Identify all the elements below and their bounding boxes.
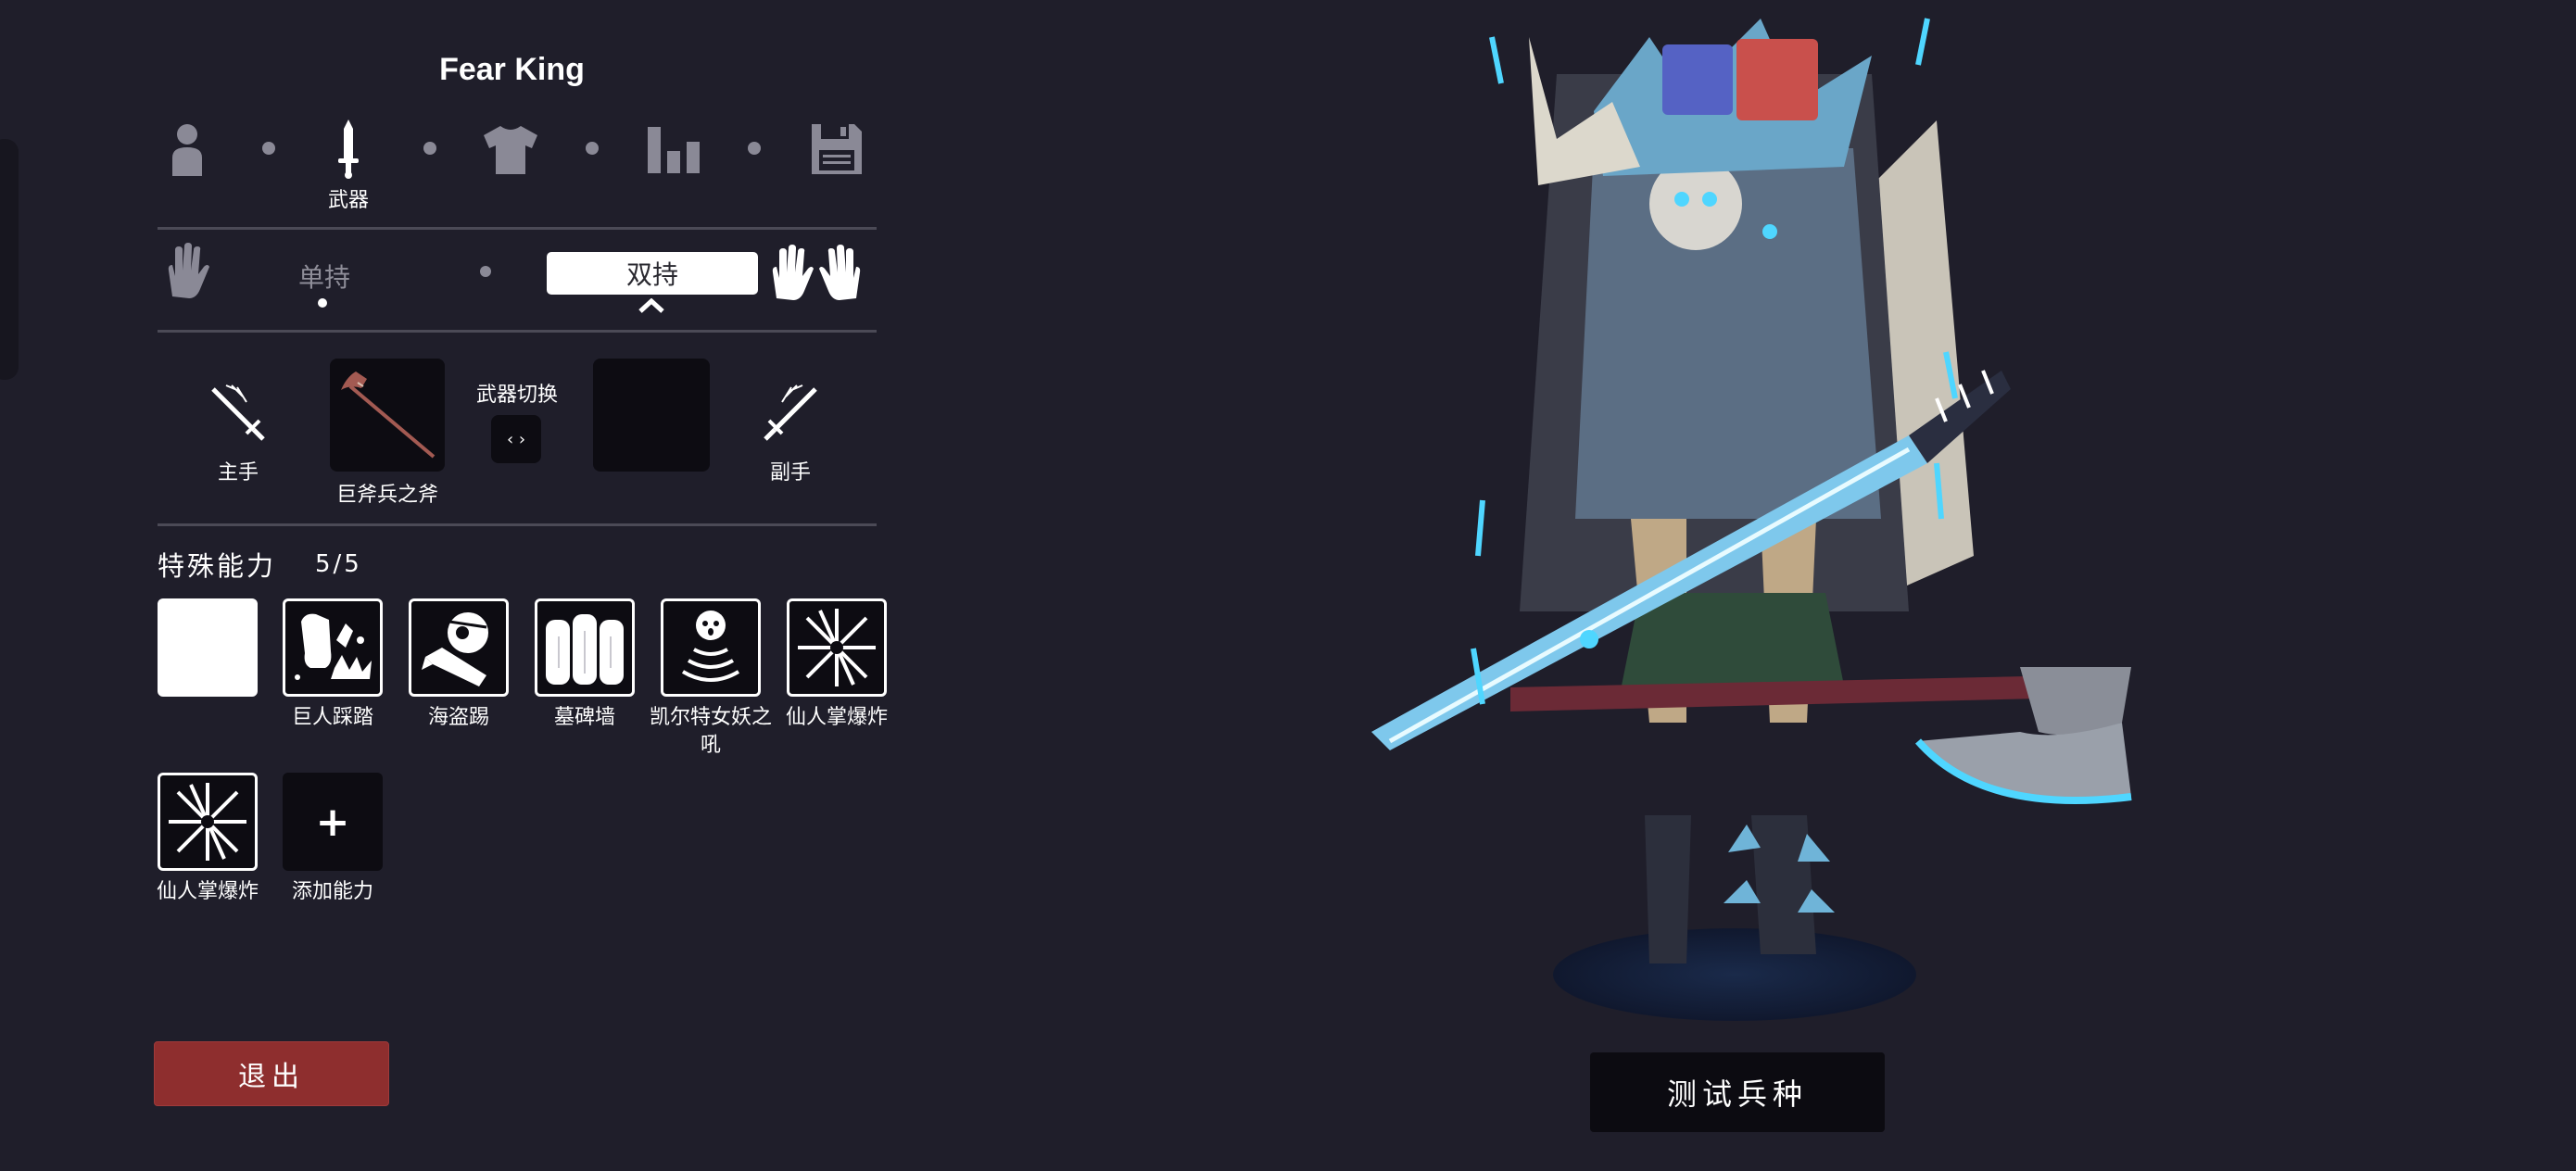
step-label-weapon: 武器	[327, 189, 369, 212]
cactus-explosion-icon[interactable]	[158, 773, 258, 871]
divider	[158, 523, 877, 526]
pirate-kick-icon[interactable]	[409, 598, 509, 697]
exit-button[interactable]: 退出	[154, 1041, 389, 1106]
dual-grip-option[interactable]: 双持	[547, 252, 758, 295]
main-hand-weapon-slot[interactable]	[330, 359, 445, 472]
ability-label: 海盗踢	[427, 706, 489, 729]
off-hand-weapon-slot[interactable]	[593, 359, 710, 472]
off-hand-swing-icon	[760, 382, 823, 443]
banshee-scream-icon[interactable]	[661, 598, 761, 697]
two-hands-icon[interactable]	[765, 243, 867, 302]
divider	[158, 330, 877, 333]
step-dot	[748, 142, 761, 155]
abilities-title: 特殊能力	[158, 550, 277, 582]
single-grip-option[interactable]: 单持	[278, 258, 371, 295]
weapon-swap-button[interactable]: ‹ ›	[491, 415, 541, 463]
step-dot	[262, 142, 275, 155]
ability-label: 仙人掌爆炸	[785, 706, 888, 729]
ability-label: 巨人踩踏	[291, 706, 373, 729]
one-hand-icon[interactable]	[163, 243, 211, 300]
add-ability-label: 添加能力	[291, 880, 373, 903]
stats-icon[interactable]	[643, 119, 704, 180]
test-unit-button[interactable]: 测试兵种	[1590, 1052, 1885, 1132]
team-blue-marker[interactable]	[1662, 44, 1733, 115]
person-icon[interactable]	[159, 119, 215, 180]
unit-preview[interactable]	[1205, 0, 2187, 1047]
giant-stomp-icon[interactable]	[283, 598, 383, 697]
save-icon[interactable]	[806, 119, 867, 180]
team-red-marker[interactable]	[1736, 39, 1818, 120]
abilities-count: 5/5	[315, 550, 362, 578]
sword-icon[interactable]	[321, 115, 376, 182]
ability-label: 墓碑墙	[553, 706, 615, 729]
step-dot	[586, 142, 599, 155]
shirt-icon[interactable]	[478, 119, 543, 180]
chevron-up-icon	[638, 297, 665, 313]
ability-label: 凯尔特女妖之吼	[649, 706, 772, 757]
main-weapon-name: 巨斧兵之斧	[335, 484, 438, 507]
main-hand-swing-icon	[206, 382, 269, 443]
giant-axe-icon	[341, 371, 436, 459]
selection-dot	[318, 298, 327, 308]
step-dot	[423, 142, 436, 155]
cactus-explosion-icon[interactable]	[787, 598, 887, 697]
off-hand-label: 副手	[769, 461, 811, 485]
unit-base-shadow	[1553, 928, 1916, 1021]
side-drawer-tab[interactable]	[0, 139, 19, 380]
ability-label: 仙人掌爆炸	[156, 880, 259, 903]
tombstone-wall-icon[interactable]	[535, 598, 635, 697]
add-ability-button[interactable]: +	[283, 773, 383, 871]
grip-dot	[480, 266, 491, 277]
ability-slot-blank[interactable]	[158, 598, 258, 697]
weapon-swap-label: 武器切换	[475, 384, 558, 407]
unit-name: Fear King	[439, 52, 585, 87]
divider	[158, 227, 877, 230]
main-hand-label: 主手	[217, 461, 259, 485]
